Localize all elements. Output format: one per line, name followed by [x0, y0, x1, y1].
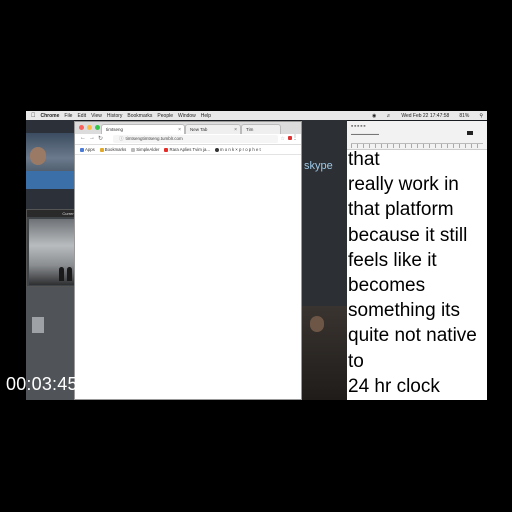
bookmark-label: m o n k × p r o p h e t — [220, 147, 261, 152]
bookmark-simplealder[interactable]: SimpleAlder — [131, 147, 159, 152]
tab-timtseng[interactable]: timtseng × — [101, 124, 185, 134]
volume-icon[interactable]: ♬ — [386, 113, 391, 119]
text-line: 24 hr clock — [348, 375, 440, 397]
address-bar[interactable]: ⓘ timtsengtimtseng.tumblr.com — [113, 135, 278, 143]
menu-help[interactable]: Help — [201, 113, 211, 119]
person-silhouette — [67, 267, 72, 281]
bookmark-star-icon[interactable]: ☆ — [281, 136, 285, 142]
menu-history[interactable]: History — [107, 113, 123, 119]
bookmarks-bar: Apps Bookmarks SimpleAlder Rara Aplies T… — [75, 145, 301, 155]
circle-icon — [215, 147, 219, 152]
window-controls — [79, 125, 100, 130]
text-line: because it still — [348, 224, 468, 246]
forward-icon[interactable]: → — [89, 135, 95, 141]
menu-window[interactable]: Window — [178, 113, 196, 119]
tab-label: timtseng — [106, 127, 124, 132]
person-head — [310, 316, 324, 332]
menu-people[interactable]: People — [157, 113, 173, 119]
close-window-icon[interactable] — [79, 125, 84, 130]
editor-toolbar: ■ ■ ■ ■ ■ ▬▬▬▬▬▬▬▬ — [347, 121, 487, 150]
background-video — [302, 306, 347, 400]
bookmark-monkprophet[interactable]: m o n k × p r o p h e t — [215, 147, 261, 152]
menu-bookmarks[interactable]: Bookmarks — [127, 113, 152, 119]
tab-tim[interactable]: Tim — [241, 124, 281, 134]
mac-menu-bar:  Chrome File Edit View History Bookmark… — [26, 111, 487, 120]
menu-status-area: ◉ ♬ Wed Feb 22 17:47:58 81% ⚲ — [367, 111, 483, 120]
star-icon — [99, 147, 104, 152]
menu-clock[interactable]: Wed Feb 22 17:47:58 — [401, 113, 449, 119]
text-line: that platform — [348, 199, 454, 221]
more-menu-icon[interactable]: ⋮ — [292, 134, 298, 141]
color-swatch[interactable] — [467, 131, 473, 135]
background-window — [32, 317, 44, 333]
screen-recording:  Chrome File Edit View History Bookmark… — [26, 111, 487, 400]
tab-label: New Tab — [190, 127, 208, 132]
browser-toolbar: ← → ↻ ⓘ timtsengtimtseng.tumblr.com ☆ ⋮ — [75, 134, 301, 145]
url-text: timtsengtimtseng.tumblr.com — [125, 136, 183, 141]
toolbar-row: ■ ■ ■ ■ ■ — [351, 124, 366, 128]
tab-strip: timtseng × New Tab × Tim — [75, 122, 301, 134]
bookmark-label: Rara Aplies Tvim ja... — [169, 147, 210, 152]
youtube-icon — [164, 147, 169, 152]
menu-file[interactable]: File — [64, 113, 72, 119]
desktop-right: skype — [302, 120, 347, 400]
bookmark-bookmarks[interactable]: Bookmarks — [99, 147, 127, 152]
tab-label: Tim — [246, 127, 254, 132]
editor-text-area[interactable]: that really work in that platform becaus… — [348, 147, 477, 399]
menu-app-name[interactable]: Chrome — [41, 113, 60, 119]
text-line: something its — [348, 300, 460, 322]
wifi-icon[interactable]: ◉ — [372, 113, 376, 119]
search-icon[interactable]: ⚲ — [479, 113, 483, 119]
bookmark-label: Apps — [85, 147, 95, 152]
minimize-window-icon[interactable] — [87, 125, 92, 130]
video-timecode: 00:03:45;23 — [6, 374, 104, 394]
back-icon[interactable]: ← — [80, 135, 86, 141]
page-content[interactable] — [75, 155, 301, 395]
person-silhouette — [59, 267, 64, 281]
text-line: that — [348, 149, 380, 170]
close-tab-icon[interactable]: × — [178, 127, 181, 133]
bookmark-label: Bookmarks — [104, 147, 127, 152]
text-line: becomes — [348, 274, 426, 296]
tab-new-tab[interactable]: New Tab × — [185, 124, 241, 134]
text-editor-window: ■ ■ ■ ■ ■ ▬▬▬▬▬▬▬▬ that really work in t… — [347, 121, 487, 400]
menu-edit[interactable]: Edit — [77, 113, 86, 119]
bookmark-youtube[interactable]: Rara Aplies Tvim ja... — [164, 147, 210, 152]
zoom-window-icon[interactable] — [95, 125, 100, 130]
battery-percent[interactable]: 81% — [459, 113, 469, 119]
bookmark-apps[interactable]: Apps — [80, 147, 95, 152]
skype-logo: skype — [304, 160, 333, 172]
bookmark-label: SimpleAlder — [136, 147, 160, 152]
info-icon[interactable]: ⓘ — [119, 136, 124, 141]
text-line: feels like it — [348, 249, 437, 271]
toolbar-row: ▬▬▬▬▬▬▬▬ — [351, 132, 379, 136]
text-line: really work in — [348, 174, 459, 196]
reload-icon[interactable]: ↻ — [98, 135, 103, 142]
person-head — [30, 147, 46, 165]
apple-menu-icon[interactable]:  — [31, 113, 36, 119]
close-tab-icon[interactable]: × — [234, 127, 237, 133]
chrome-window: timtseng × New Tab × Tim ← → ↻ ⓘ timtseng… — [74, 121, 302, 400]
apps-grid-icon — [80, 147, 84, 152]
text-line: quite not native — [348, 325, 477, 347]
person-shirt — [26, 171, 74, 189]
page-icon — [131, 147, 136, 152]
text-line: to — [348, 350, 364, 372]
menu-view[interactable]: View — [91, 113, 102, 119]
webcam-person-video — [26, 133, 74, 189]
